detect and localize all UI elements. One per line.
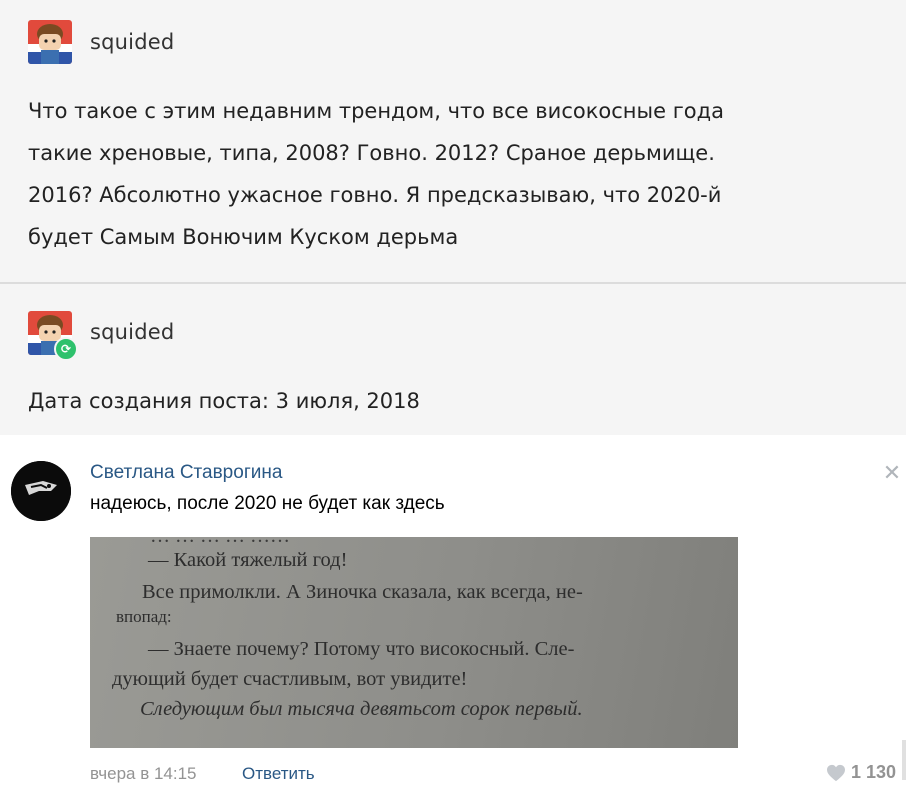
book-line: — Какой тяжелый год! — [148, 549, 348, 571]
reply-button[interactable]: Ответить — [242, 764, 315, 784]
user-avatar — [28, 20, 72, 64]
book-line: Следующим был тысяча девятьсот сорок пер… — [140, 698, 583, 720]
post-line: 2016? Абсолютно ужасное говно. Я предска… — [28, 183, 722, 207]
original-post: squided Что такое с этим недавним трендо… — [0, 0, 906, 282]
tumblr-screenshot: squided Что такое с этим недавним трендо… — [0, 0, 906, 435]
comment-timestamp[interactable]: вчера в 14:15 — [90, 764, 197, 784]
book-line: дующий будет счастливым, вот увидите! — [112, 668, 468, 690]
comment-author[interactable]: Светлана Ставрогина — [90, 462, 282, 484]
comment-text: надеюсь, после 2020 не будет как здесь — [90, 493, 445, 514]
book-line: впопад: — [116, 607, 172, 626]
reblog-text: Дата создания поста: 3 июля, 2018 — [28, 389, 420, 413]
reblog-icon: ⟳ — [54, 337, 78, 361]
post-line: такие хреновые, типа, 2008? Говно. 2012?… — [28, 141, 715, 165]
book-line: Все примолкли. А Зиночка сказала, как вс… — [142, 581, 583, 603]
post-line: будет Самым Вонючим Куском дерьма — [28, 225, 459, 249]
close-icon[interactable]: ✕ — [880, 462, 904, 486]
book-cut-line: … … … … …… — [150, 537, 290, 548]
comment-attachment-image[interactable]: … … … … …… — Какой тяжелый год! Все прим… — [90, 537, 738, 748]
commenter-avatar[interactable] — [11, 461, 71, 521]
post-divider — [0, 282, 906, 284]
post-body: Что такое с этим недавним трендом, что в… — [28, 90, 888, 258]
like-button[interactable]: 1 130 — [826, 762, 896, 783]
like-count: 1 130 — [851, 762, 897, 782]
book-line: — Знаете почему? Потому что високосный. … — [148, 638, 575, 660]
heart-icon — [827, 764, 845, 781]
post-line: Что такое с этим недавним трендом, что в… — [28, 99, 724, 123]
reblog-username[interactable]: squided — [90, 320, 174, 344]
scrollbar[interactable] — [902, 740, 906, 780]
post-username[interactable]: squided — [90, 30, 174, 54]
